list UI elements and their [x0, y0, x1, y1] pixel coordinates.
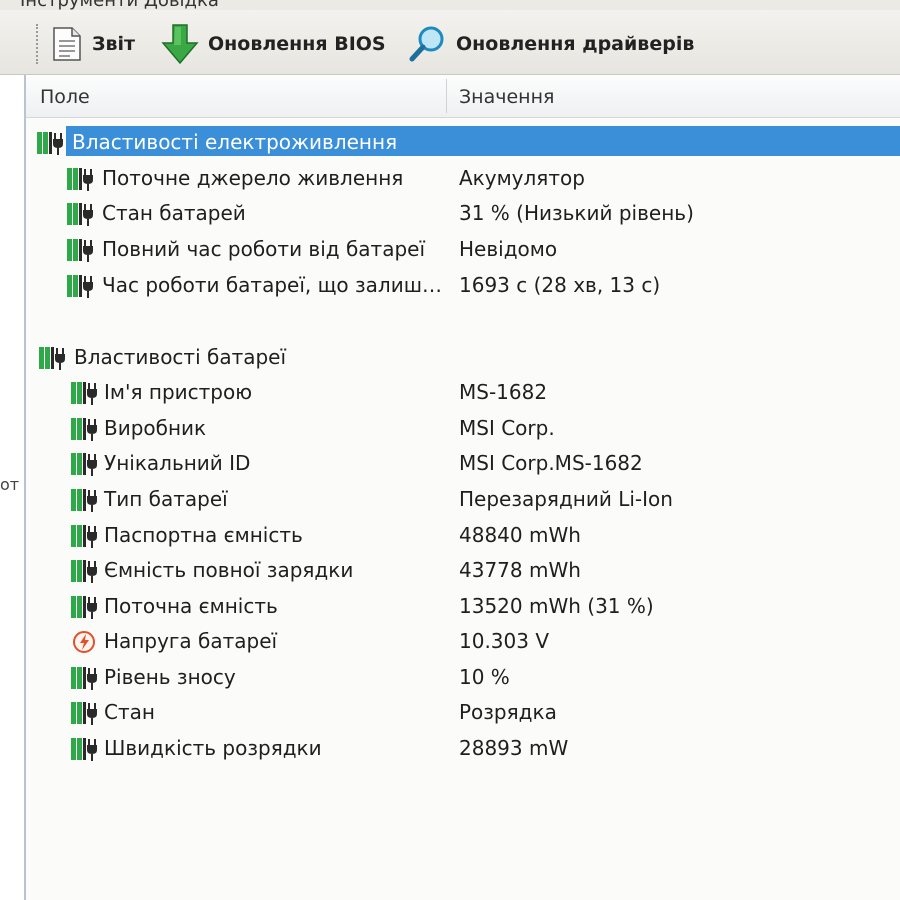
item-name: Швидкість розрядки	[104, 736, 322, 760]
list-item[interactable]: Швидкість розрядки 28893 mW	[26, 731, 900, 765]
group-title: Властивості електроживлення	[72, 130, 398, 154]
item-name: Стан	[104, 700, 155, 724]
item-name: Виробник	[104, 416, 207, 440]
item-name: Напруга батареї	[104, 629, 278, 653]
battery-plug-icon	[66, 237, 100, 263]
column-divider[interactable]	[446, 79, 447, 113]
item-value: 43778 mWh	[459, 558, 581, 582]
battery-plug-icon	[70, 594, 104, 620]
voltage-icon	[70, 629, 104, 655]
list-item[interactable]: Стан Розрядка	[26, 695, 900, 729]
item-value: 31 % (Низький рівень)	[459, 201, 694, 225]
battery-plug-icon	[70, 523, 104, 549]
item-name: Поточне джерело живлення	[102, 166, 404, 190]
magnifier-icon	[408, 24, 448, 64]
list-item[interactable]: Тип батареї Перезарядний Li-Ion	[26, 482, 900, 516]
item-name: Повний час роботи від батареї	[102, 237, 426, 261]
list-item[interactable]: Час роботи батареї, що залиш… 1693 с (28…	[26, 268, 900, 302]
item-name: Паспортна ємність	[104, 523, 303, 547]
list-item[interactable]: Стан батарей 31 % (Низький рівень)	[26, 196, 900, 230]
navigation-tree-pane[interactable]: от	[0, 75, 26, 900]
battery-plug-icon	[70, 451, 104, 477]
toolbar: Звіт Оновлення BIOS Оновлення драйверів	[0, 10, 900, 75]
list-item[interactable]: Напруга батареї 10.303 V	[26, 624, 900, 658]
item-value: 13520 mWh (31 %)	[459, 594, 654, 618]
battery-plug-icon	[70, 700, 104, 726]
battery-plug-icon	[70, 558, 104, 584]
list-item[interactable]: Поточна ємність 13520 mWh (31 %)	[26, 589, 900, 623]
list-item[interactable]: Ім'я пристрою MS-1682	[26, 375, 900, 409]
download-arrow-icon	[160, 23, 200, 65]
item-name: Тип батареї	[104, 487, 228, 511]
bios-update-button[interactable]: Оновлення BIOS	[160, 23, 386, 65]
battery-plug-icon	[70, 487, 104, 513]
item-value: Невідомо	[459, 237, 558, 261]
group-row-battery-properties[interactable]: Властивості батареї	[26, 340, 900, 374]
report-icon	[50, 26, 84, 62]
column-header-field[interactable]: Поле	[40, 86, 90, 108]
menubar-text[interactable]: Інструменти Довідка	[20, 0, 219, 10]
menubar: Інструменти Довідка	[0, 0, 900, 10]
toolbar-grip[interactable]	[36, 24, 41, 64]
list-item[interactable]: Ємність повної зарядки 43778 mWh	[26, 553, 900, 587]
details-list[interactable]: Поле Значення Властивості електроживленн…	[26, 75, 900, 900]
battery-plug-icon	[70, 380, 104, 406]
battery-plug-icon	[36, 130, 70, 156]
item-value: MSI Corp.MS-1682	[459, 451, 643, 475]
bios-update-label: Оновлення BIOS	[208, 33, 386, 55]
list-item[interactable]: Паспортна ємність 48840 mWh	[26, 518, 900, 552]
driver-update-label: Оновлення драйверів	[456, 33, 695, 55]
battery-plug-icon	[70, 416, 104, 442]
battery-plug-icon	[70, 736, 104, 762]
report-button[interactable]: Звіт	[50, 26, 135, 62]
item-name: Поточна ємність	[104, 594, 278, 618]
item-value: 10 %	[459, 665, 510, 689]
list-item[interactable]: Виробник MSI Corp.	[26, 411, 900, 445]
item-name: Стан батарей	[102, 201, 246, 225]
driver-update-button[interactable]: Оновлення драйверів	[408, 26, 694, 62]
list-item[interactable]: Рівень зносу 10 %	[26, 660, 900, 694]
item-name: Рівень зносу	[104, 665, 236, 689]
item-name: Ємність повної зарядки	[104, 558, 354, 582]
column-header: Поле Значення	[26, 75, 900, 118]
battery-plug-icon	[66, 201, 100, 227]
item-value: 10.303 V	[459, 629, 550, 653]
item-name: Час роботи батареї, що залиш…	[102, 273, 442, 297]
group-row-power-properties[interactable]: Властивості електроживлення	[26, 125, 900, 159]
item-value: MSI Corp.	[459, 416, 555, 440]
battery-plug-icon	[70, 665, 104, 691]
item-name: Унікальний ID	[104, 451, 251, 475]
item-value: 28893 mW	[459, 736, 569, 760]
list-item[interactable]: Повний час роботи від батареї Невідомо	[26, 232, 900, 266]
item-value: 1693 с (28 хв, 13 с)	[459, 273, 661, 297]
item-value: 48840 mWh	[459, 523, 581, 547]
battery-plug-icon	[38, 345, 72, 371]
report-label: Звіт	[92, 33, 136, 55]
battery-plug-icon	[66, 166, 100, 192]
item-value: Перезарядний Li-Ion	[459, 487, 673, 511]
column-header-value[interactable]: Значення	[459, 86, 554, 108]
item-value: MS-1682	[459, 380, 548, 404]
battery-plug-icon	[66, 273, 100, 299]
tree-item-fragment[interactable]: от	[0, 475, 19, 494]
app-window: Інструменти Довідка Звіт	[0, 0, 900, 900]
item-name: Ім'я пристрою	[104, 380, 253, 404]
list-item[interactable]: Поточне джерело живлення Акумулятор	[26, 161, 900, 195]
item-value: Розрядка	[459, 700, 557, 724]
item-value: Акумулятор	[459, 166, 585, 190]
list-item[interactable]: Унікальний ID MSI Corp.MS-1682	[26, 446, 900, 480]
group-title: Властивості батареї	[74, 345, 287, 369]
